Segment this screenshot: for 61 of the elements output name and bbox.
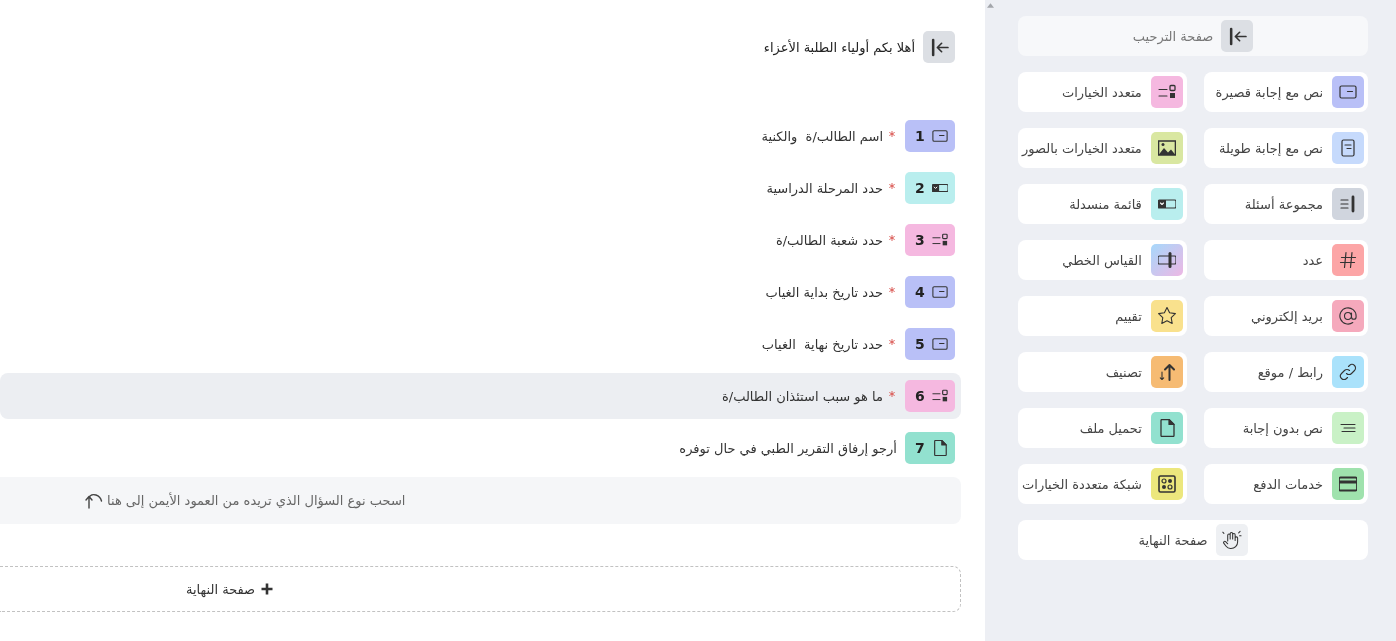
question-type-card[interactable]: قائمة منسدلة: [1018, 184, 1187, 224]
sort-arrows-icon: [1150, 356, 1183, 388]
at-sign-icon: [1332, 300, 1364, 332]
question-type-card[interactable]: خدمات الدفع: [1203, 464, 1368, 504]
text-field-icon: [932, 336, 948, 352]
question-label: حدد شعبة الطالب/ة: [775, 232, 883, 248]
question-label: حدد المرحلة الدراسية: [766, 180, 883, 196]
arrow-to-bar-icon: [923, 31, 955, 63]
question-label: حدد تاريخ نهاية الغياب: [761, 336, 883, 352]
question-number: 2: [915, 181, 925, 195]
hash-icon: [1332, 244, 1364, 276]
link-icon: [1332, 356, 1364, 388]
question-number: 1: [915, 129, 925, 143]
question-type-card[interactable]: تقييم: [1018, 296, 1187, 336]
text-field-icon: [932, 284, 948, 300]
question-type-card[interactable]: بريد إلكتروني: [1203, 296, 1368, 336]
question-type-card[interactable]: عدد: [1203, 240, 1368, 280]
text-area-icon: [1332, 132, 1364, 164]
question-type-card[interactable]: تحميل ملف: [1018, 408, 1187, 448]
scroll-up-icon[interactable]: [986, 3, 994, 8]
welcome-title: أهلا بكم أولياء الطلبة الأعزاء: [763, 39, 915, 55]
question-type-card[interactable]: نص مع إجابة طويلة: [1203, 128, 1368, 168]
image-icon: [1150, 132, 1183, 164]
choice-list-icon: [1150, 76, 1183, 108]
question-type-card[interactable]: شبكة متعددة الخيارات: [1018, 464, 1187, 504]
question-type-card[interactable]: القياس الخطي: [1018, 240, 1187, 280]
choice-list-icon: [932, 232, 948, 248]
question-number: 3: [915, 233, 925, 247]
curved-arrow-icon: [85, 492, 103, 509]
question-type-card[interactable]: نص مع إجابة قصيرة: [1203, 72, 1368, 112]
question-number: 5: [915, 337, 925, 351]
file-icon: [932, 440, 948, 456]
question-label: حدد تاريخ بداية الغياب: [765, 284, 883, 300]
question-label: ما هو سبب استئذان الطالب/ة: [721, 388, 883, 404]
hand-icon: [1215, 524, 1248, 556]
question-number: 4: [915, 285, 925, 299]
question-type-card[interactable]: مجموعة أسئلة: [1203, 184, 1368, 224]
plus-icon: [261, 583, 274, 595]
grid-icon: [1150, 468, 1183, 500]
add-end-page-button[interactable]: صفحة النهاية: [0, 566, 961, 612]
list-group-icon: [1332, 188, 1364, 220]
question-number: 7: [915, 441, 925, 455]
credit-card-icon: [1332, 468, 1364, 500]
question-label: اسم الطالب/ة والكنية: [761, 128, 883, 144]
question-label: أرجو إرفاق التقرير الطبي في حال توفره: [679, 440, 897, 456]
question-type-card[interactable]: متعدد الخيارات بالصور: [1018, 128, 1187, 168]
text-field-icon: [1332, 76, 1364, 108]
question-type-card[interactable]: متعدد الخيارات: [1018, 72, 1187, 112]
dropdown-icon: [1150, 188, 1183, 220]
question-type-card[interactable]: رابط / موقع: [1203, 352, 1368, 392]
end-page-card[interactable]: صفحة النهاية: [1018, 520, 1368, 560]
file-icon: [1150, 412, 1183, 444]
arrow-to-bar-icon: [1221, 20, 1254, 52]
question-type-card[interactable]: تصنيف: [1018, 352, 1187, 392]
text-field-icon: [932, 128, 948, 144]
question-type-card[interactable]: نص بدون إجابة: [1203, 408, 1368, 448]
question-number: 6: [915, 389, 925, 403]
choice-list-icon: [932, 388, 948, 404]
text-lines-icon: [1332, 412, 1364, 444]
slider-icon: [1150, 244, 1183, 276]
drop-hint: اسحب نوع السؤال الذي تريده من العمود الأيمن إلى هنا: [107, 493, 406, 508]
